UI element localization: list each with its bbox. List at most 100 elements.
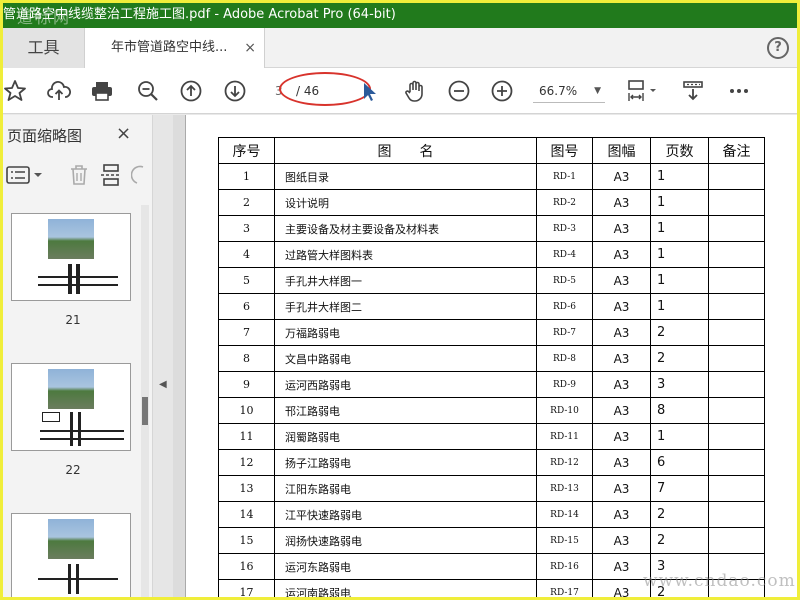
table-cell-code: RD-1 — [536, 163, 593, 190]
table-cell-code: RD-12 — [536, 449, 593, 476]
page-thumbnail[interactable] — [11, 213, 131, 301]
table-cell-pages: 1 — [650, 163, 709, 190]
table-cell-size: A3 — [592, 215, 651, 242]
column-header: 图 名 — [274, 137, 537, 164]
select-arrow-icon[interactable] — [362, 82, 378, 102]
thumbnail-options-icon[interactable] — [5, 165, 45, 185]
zoom-in-icon[interactable] — [490, 79, 514, 103]
thumbnail-drawing — [78, 412, 81, 446]
print-icon[interactable] — [90, 79, 114, 103]
thumbnail-scrollbar[interactable] — [141, 205, 149, 597]
document-viewer[interactable]: 序号 图 名 图号 图幅 页数 备注 1 图纸目录 RD-1 A3 1 2 设计说明 RD-2… — [173, 115, 797, 597]
rotate-page-icon[interactable] — [131, 163, 145, 187]
table-cell-name: 江阳东路弱电 — [274, 475, 537, 502]
page-thumbnail[interactable] — [11, 513, 131, 597]
table-cell-size: A3 — [592, 267, 651, 294]
table-cell-note — [708, 267, 765, 294]
cloud-upload-icon[interactable] — [47, 79, 71, 103]
zoom-search-icon[interactable] — [136, 79, 160, 103]
table-cell-pages: 1 — [650, 267, 709, 294]
page-thumbnail[interactable] — [11, 363, 131, 451]
table-cell-size: A3 — [592, 319, 651, 346]
delete-page-icon[interactable] — [67, 163, 91, 187]
table-cell-name: 图纸目录 — [274, 163, 537, 190]
table-row: 7 万福路弱电 RD-7 A3 2 — [218, 319, 765, 346]
table-cell-note — [708, 345, 765, 372]
panel-title: 页面缩略图 — [7, 127, 83, 145]
table-cell-no: 12 — [218, 449, 275, 476]
thumbnail-page-number: 22 — [65, 463, 81, 477]
table-cell-pages: 1 — [650, 189, 709, 216]
help-icon[interactable]: ? — [767, 37, 789, 59]
collapse-arrow-icon: ◀ — [159, 379, 167, 390]
table-cell-note — [708, 215, 765, 242]
table-row: 8 文昌中路弱电 RD-8 A3 2 — [218, 345, 765, 372]
scrollbar-thumb[interactable] — [142, 397, 148, 425]
thumbnail-drawing — [76, 264, 80, 294]
more-icon[interactable] — [727, 79, 751, 103]
thumbnail-panel: 页面缩略图 × 21 22 — [3, 115, 153, 597]
table-cell-no: 17 — [218, 579, 275, 597]
table-cell-code: RD-8 — [536, 345, 593, 372]
hand-tool-icon[interactable] — [403, 79, 427, 103]
panel-close-icon[interactable]: × — [116, 123, 131, 144]
table-row: 1 图纸目录 RD-1 A3 1 — [218, 163, 765, 190]
table-cell-code: RD-4 — [536, 241, 593, 268]
column-header: 序号 — [218, 137, 275, 164]
table-cell-name: 江平快速路弱电 — [274, 501, 537, 528]
table-cell-size: A3 — [592, 397, 651, 424]
window-title: 管道路空中线缆整治工程施工图.pdf - Adobe Acrobat Pro (… — [3, 7, 396, 22]
table-row: 10 邗江路弱电 RD-10 A3 8 — [218, 397, 765, 424]
zoom-level-select[interactable]: 66.7% ▼ — [533, 79, 605, 103]
tab-tools[interactable]: 工具 — [3, 28, 85, 68]
table-cell-size: A3 — [592, 293, 651, 320]
table-row: 14 江平快速路弱电 RD-14 A3 2 — [218, 501, 765, 528]
page-down-icon[interactable] — [223, 79, 247, 103]
zoom-level-value: 66.7% — [539, 84, 578, 98]
table-cell-note — [708, 501, 765, 528]
site-watermark: www.cndao.com — [643, 571, 796, 591]
table-cell-size: A3 — [592, 345, 651, 372]
panel-collapse-handle[interactable]: ◀ — [153, 115, 173, 597]
table-cell-pages: 2 — [650, 527, 709, 554]
tab-close-icon[interactable]: × — [244, 28, 256, 68]
table-cell-pages: 1 — [650, 241, 709, 268]
table-cell-pages: 2 — [650, 501, 709, 528]
thumbnail-photo — [48, 519, 94, 559]
table-cell-no: 9 — [218, 371, 275, 398]
table-cell-code: RD-10 — [536, 397, 593, 424]
thumbnail-drawing — [68, 264, 72, 294]
column-header: 图号 — [536, 137, 593, 164]
table-cell-code: RD-17 — [536, 579, 593, 597]
table-cell-name: 手孔井大样图二 — [274, 293, 537, 320]
table-cell-code: RD-15 — [536, 527, 593, 554]
scroll-mode-icon[interactable] — [681, 79, 705, 103]
page-fit-icon[interactable] — [625, 79, 659, 103]
chevron-down-icon: ▼ — [594, 86, 601, 96]
thumbnail-list[interactable]: 21 22 — [3, 205, 153, 597]
table-cell-note — [708, 293, 765, 320]
table-row: 6 手孔井大样图二 RD-6 A3 1 — [218, 293, 765, 320]
table-cell-note — [708, 475, 765, 502]
table-cell-size: A3 — [592, 163, 651, 190]
zoom-out-icon[interactable] — [447, 79, 471, 103]
page-up-icon[interactable] — [179, 79, 203, 103]
table-cell-no: 4 — [218, 241, 275, 268]
table-row: 5 手孔井大样图一 RD-5 A3 1 — [218, 267, 765, 294]
table-row: 2 设计说明 RD-2 A3 1 — [218, 189, 765, 216]
insert-page-icon[interactable] — [99, 163, 123, 187]
tab-document[interactable]: 年市管道路空中线... × — [85, 28, 265, 69]
table-cell-name: 文昌中路弱电 — [274, 345, 537, 372]
table-cell-note — [708, 423, 765, 450]
table-row: 3 主要设备及材主要设备及材料表 RD-3 A3 1 — [218, 215, 765, 242]
table-cell-pages: 1 — [650, 293, 709, 320]
table-cell-no: 3 — [218, 215, 275, 242]
bookmark-star-icon[interactable] — [3, 79, 27, 103]
table-cell-no: 15 — [218, 527, 275, 554]
table-cell-name: 邗江路弱电 — [274, 397, 537, 424]
thumbnail-drawing — [70, 412, 73, 446]
table-cell-note — [708, 527, 765, 554]
table-cell-size: A3 — [592, 189, 651, 216]
table-cell-note — [708, 189, 765, 216]
table-cell-pages: 1 — [650, 215, 709, 242]
